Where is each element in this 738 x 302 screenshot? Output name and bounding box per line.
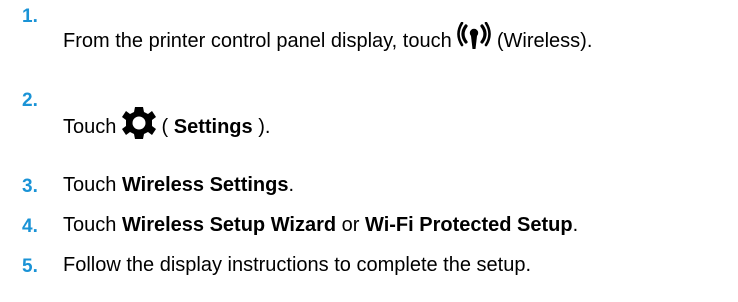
instruction-steps: 1. From the printer control panel displa… [0,0,738,302]
step-number: 5. [22,256,38,277]
step-text: Follow the display instructions to compl… [63,252,531,278]
step-text-bold: Settings [173,115,253,138]
step-text-bold: Wireless Settings [121,174,289,196]
step-text-open: ( [161,115,169,138]
step-number: 4. [22,216,38,237]
step-text: Touch Wireless Settings. [63,172,294,198]
step-text-body: Follow the display instructions to compl… [63,254,532,276]
step-text-middle: or [341,214,360,236]
gear-icon [121,106,156,147]
step-number: 1. [22,6,38,27]
step-number: 2. [22,90,38,111]
step-number: 3. [22,176,38,197]
step-text: Touch Wireless Setup Wizard or Wi-Fi Pro… [63,212,578,238]
step-text-before: Touch [63,115,117,138]
step-text-bold-1: Wireless Setup Wizard [121,214,337,236]
wireless-icon [457,21,492,59]
step-text-before: From the printer control panel display, … [63,29,452,52]
step-text-before: Touch [63,214,117,236]
step-text: Touch ( Settings ). [63,106,270,147]
step-text-after: (Wireless). [496,29,593,52]
step-text-bold-2: Wi-Fi Protected Setup [365,214,573,236]
step-text-after: . [572,214,579,236]
step-text-after: . [288,174,295,196]
step-text-close: ). [258,115,271,138]
step-text: From the printer control panel display, … [63,21,593,59]
step-text-before: Touch [63,174,117,196]
